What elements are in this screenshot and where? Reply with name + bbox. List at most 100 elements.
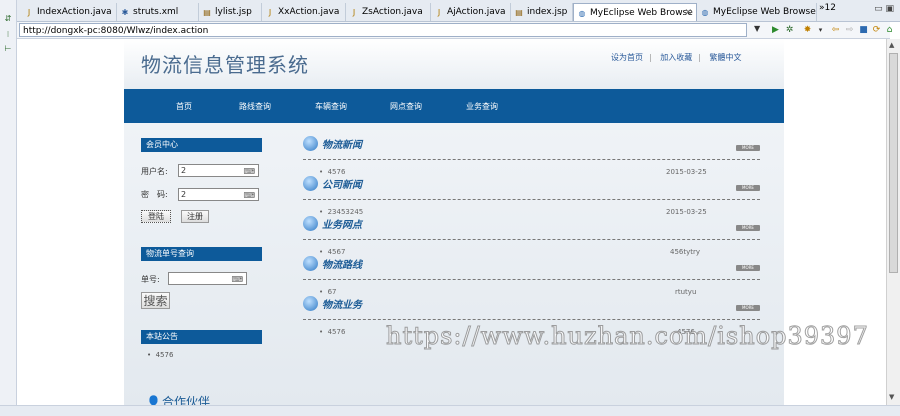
url-input[interactable]: http://dongxk-pc:8080/Wlwz/index.action (19, 23, 747, 37)
java-file-icon: J (268, 8, 272, 17)
add-favorite-link[interactable]: 加入收藏 (660, 53, 692, 62)
tree-icon[interactable]: ⊢ (3, 44, 13, 54)
scroll-down-icon[interactable]: ▼ (889, 393, 894, 401)
vertical-scrollbar[interactable]: ▲ ▼ (886, 39, 900, 405)
java-file-icon: J (437, 8, 441, 17)
home-icon[interactable]: ⌂ (883, 23, 896, 37)
search-button[interactable]: 搜索 (141, 292, 170, 309)
tab-zsaction-java[interactable]: J ZsAction.java (346, 3, 431, 21)
tab-lylist-jsp[interactable]: ▤ lylist.jsp (199, 3, 262, 21)
close-tab-icon[interactable]: ✕ (684, 4, 692, 21)
globe-icon (303, 256, 318, 271)
site-banner: 物流信息管理系统 设为首页 | 加入收藏 | 繁體中文 (124, 39, 784, 89)
username-input[interactable]: 2 ⌨ (178, 164, 259, 177)
status-bar (0, 405, 900, 416)
refresh-icon[interactable]: ⟳ (870, 23, 883, 37)
menu-dropdown-icon[interactable]: ▾ (814, 23, 827, 37)
user-icon: 👤 (146, 395, 161, 405)
scrollbar-thumb[interactable] (889, 53, 898, 273)
java-file-icon: J (352, 8, 356, 17)
nav-business-query[interactable]: 业务查询 (466, 101, 498, 112)
stop-icon[interactable]: ■ (857, 23, 870, 37)
set-homepage-link[interactable]: 设为首页 (611, 53, 643, 62)
list-item[interactable]: • 4567 (319, 248, 345, 256)
browser-toolbar: http://dongxk-pc:8080/Wlwz/index.action … (17, 22, 892, 39)
list-item[interactable]: • 23453245 (319, 208, 363, 216)
jsp-file-icon: ▤ (203, 8, 211, 17)
minimize-icon[interactable]: ▭ (874, 4, 883, 14)
nav-outlet-query[interactable]: 网点查询 (390, 101, 422, 112)
list-item[interactable]: • 4576 (319, 168, 345, 176)
notice-item[interactable]: • 4576 (147, 351, 173, 359)
more-button[interactable]: MORE (736, 185, 760, 191)
debug-icon[interactable]: ✸ (801, 23, 814, 37)
tab-overflow-button[interactable]: »12 (819, 3, 836, 13)
divider: | (649, 53, 652, 62)
watermark: https://www.huzhan.com/ishop39397 (386, 322, 869, 351)
settings-icon[interactable]: ✲ (783, 23, 796, 37)
list-item[interactable]: • 4576 (319, 328, 345, 336)
tab-indexaction-java[interactable]: J IndexAction.java (21, 3, 117, 21)
more-button[interactable]: MORE (736, 265, 760, 271)
more-button[interactable]: MORE (736, 145, 760, 151)
tab-web-browser[interactable]: ◍ MyEclipse Web Browse (697, 3, 817, 21)
section-logistics-routes[interactable]: 物流路线 (303, 256, 362, 274)
nav-vehicle-query[interactable]: 车辆查询 (315, 101, 347, 112)
globe-icon (303, 296, 318, 311)
top-links: 设为首页 | 加入收藏 | 繁體中文 (611, 52, 748, 63)
globe-icon: ◍ (701, 8, 709, 17)
register-button[interactable]: 注册 (181, 210, 209, 223)
divider (303, 239, 760, 240)
list-item-meta: 456tytry (670, 248, 701, 256)
site-title: 物流信息管理系统 (141, 53, 309, 77)
divider (303, 199, 760, 200)
forward-icon[interactable]: ⇨ (843, 23, 856, 37)
keyboard-icon[interactable]: ⌨ (231, 274, 243, 285)
username-label: 用户名: (141, 167, 168, 176)
nav-route-query[interactable]: 路线查询 (239, 101, 271, 112)
tracking-number-input[interactable]: ⌨ (168, 272, 247, 285)
more-button[interactable]: MORE (736, 305, 760, 311)
web-page: 物流信息管理系统 设为首页 | 加入收藏 | 繁體中文 首页 路线查询 车辆查询 网… (124, 39, 784, 405)
divider: | (698, 53, 701, 62)
partners-heading: 👤合作伙伴 (146, 395, 211, 405)
list-item-meta: rtutyu (675, 288, 697, 296)
section-business-outlets[interactable]: 业务网点 (303, 216, 362, 234)
globe-icon (303, 176, 318, 191)
globe-icon: ◍ (578, 9, 586, 18)
tab-ajaction-java[interactable]: J AjAction.java (431, 3, 511, 21)
tab-web-browser-active[interactable]: ◍ MyEclipse Web Browse ✕ (573, 3, 697, 21)
tab-xxaction-java[interactable]: J XxAction.java (262, 3, 346, 21)
member-center-heading: 会员中心 (141, 138, 262, 152)
notice-heading: 本站公告 (141, 330, 262, 344)
package-icon[interactable]: ⁝ (3, 30, 13, 40)
keyboard-icon[interactable]: ⌨ (243, 190, 255, 201)
divider (303, 159, 760, 160)
tab-index-jsp[interactable]: ▤ index.jsp (511, 3, 573, 21)
keyboard-icon[interactable]: ⌨ (243, 166, 255, 177)
back-icon[interactable]: ⇦ (829, 23, 842, 37)
password-input[interactable]: 2 ⌨ (178, 188, 259, 201)
divider (303, 279, 760, 280)
maximize-icon[interactable]: ▣ (885, 4, 894, 14)
section-company-news[interactable]: 公司新闻 (303, 176, 362, 194)
window-controls[interactable]: ▭ ▣ (874, 4, 894, 14)
url-dropdown-icon[interactable]: ▼ (754, 24, 760, 33)
hierarchy-icon[interactable]: ⇵ (3, 14, 13, 24)
tracking-number-label: 单号: (141, 275, 160, 284)
go-icon[interactable]: ▶ (769, 23, 782, 37)
traditional-chinese-link[interactable]: 繁體中文 (710, 53, 742, 62)
login-button[interactable]: 登陆 (141, 210, 171, 223)
list-item[interactable]: • 67 (319, 288, 337, 296)
scroll-up-icon[interactable]: ▲ (889, 41, 894, 49)
main-nav: 首页 路线查询 车辆查询 网点查询 业务查询 (124, 89, 784, 123)
divider (303, 319, 760, 320)
list-item-meta: 2015-03-25 (666, 168, 707, 176)
section-logistics-business[interactable]: 物流业务 (303, 296, 362, 314)
jsp-file-icon: ▤ (515, 8, 523, 17)
ide-left-toolbar: ⇵ ⁝ ⊢ (0, 0, 17, 416)
more-button[interactable]: MORE (736, 225, 760, 231)
section-logistics-news[interactable]: 物流新闻 (303, 136, 362, 154)
nav-home[interactable]: 首页 (176, 101, 192, 112)
tab-struts-xml[interactable]: ✱ struts.xml (117, 3, 199, 21)
